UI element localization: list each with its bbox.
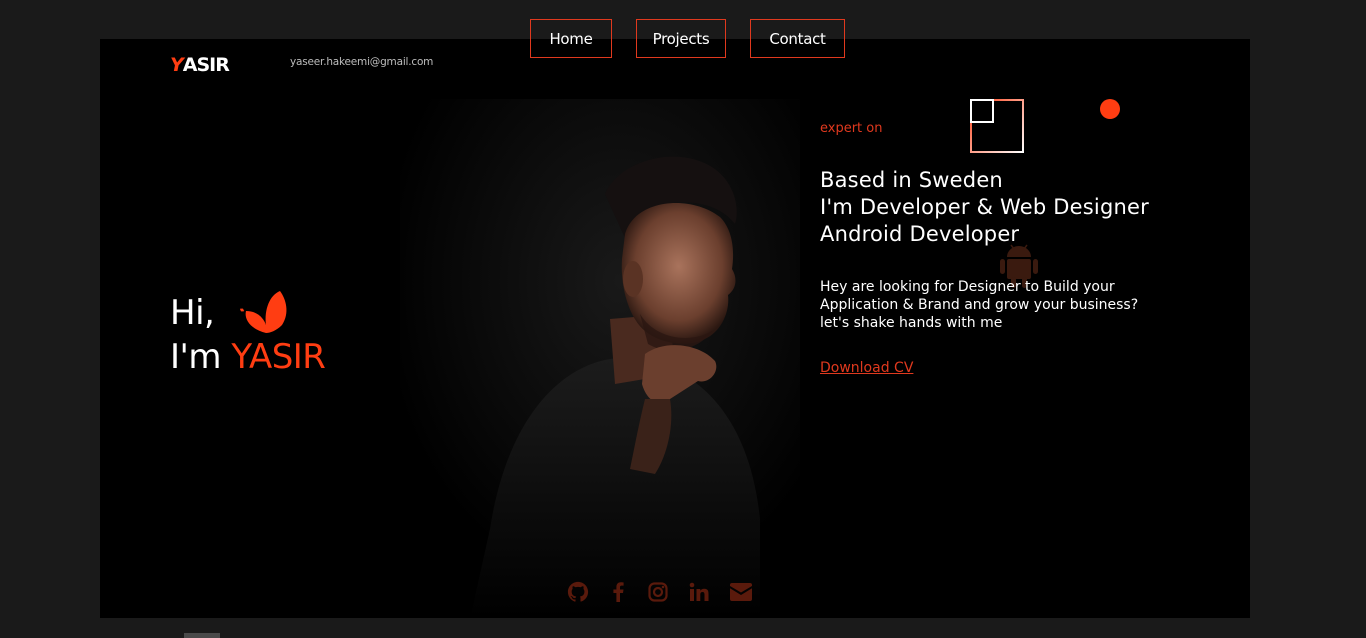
- hero-frame: Y ASIR yaseer.hakeemi@gmail.com Hi, I'm …: [100, 39, 1250, 618]
- blurb-line: Hey are looking for Designer to Build yo…: [820, 279, 1115, 295]
- email-icon[interactable]: [720, 580, 762, 604]
- social-links: [558, 580, 762, 604]
- intro-blurb: Hey are looking for Designer to Build yo…: [820, 278, 1180, 332]
- linkedin-icon[interactable]: [678, 580, 720, 604]
- github-icon[interactable]: [558, 580, 598, 604]
- square-logo-icon: [970, 99, 1024, 153]
- blurb-line: let's shake hands with me: [820, 315, 1003, 331]
- greeting-intro: I'm YASIR: [170, 335, 326, 379]
- role-line: I'm Developer & Web Designer: [820, 195, 1149, 219]
- blurb-line: Application & Brand and grow your busine…: [820, 297, 1139, 313]
- nav-projects-button[interactable]: Projects: [636, 19, 726, 58]
- nav-contact-button[interactable]: Contact: [750, 19, 845, 58]
- horizontal-scrollbar-thumb[interactable]: [184, 633, 220, 638]
- roles-list: Based in Sweden I'm Developer & Web Desi…: [820, 167, 1149, 248]
- hero-name: YASIR: [231, 337, 326, 377]
- instagram-icon[interactable]: [638, 580, 678, 604]
- top-nav: Home Projects Contact: [0, 19, 1366, 59]
- accent-dot: [1100, 99, 1120, 119]
- expert-label: expert on: [820, 121, 883, 136]
- facebook-icon[interactable]: [598, 580, 638, 604]
- role-line: Based in Sweden: [820, 168, 1003, 192]
- intro-text: I'm: [170, 337, 222, 377]
- butterfly-icon: [240, 291, 287, 333]
- download-cv-link[interactable]: Download CV: [820, 360, 913, 376]
- role-line: Android Developer: [820, 222, 1020, 246]
- portrait-photo: [400, 99, 800, 618]
- nav-home-button[interactable]: Home: [530, 19, 612, 58]
